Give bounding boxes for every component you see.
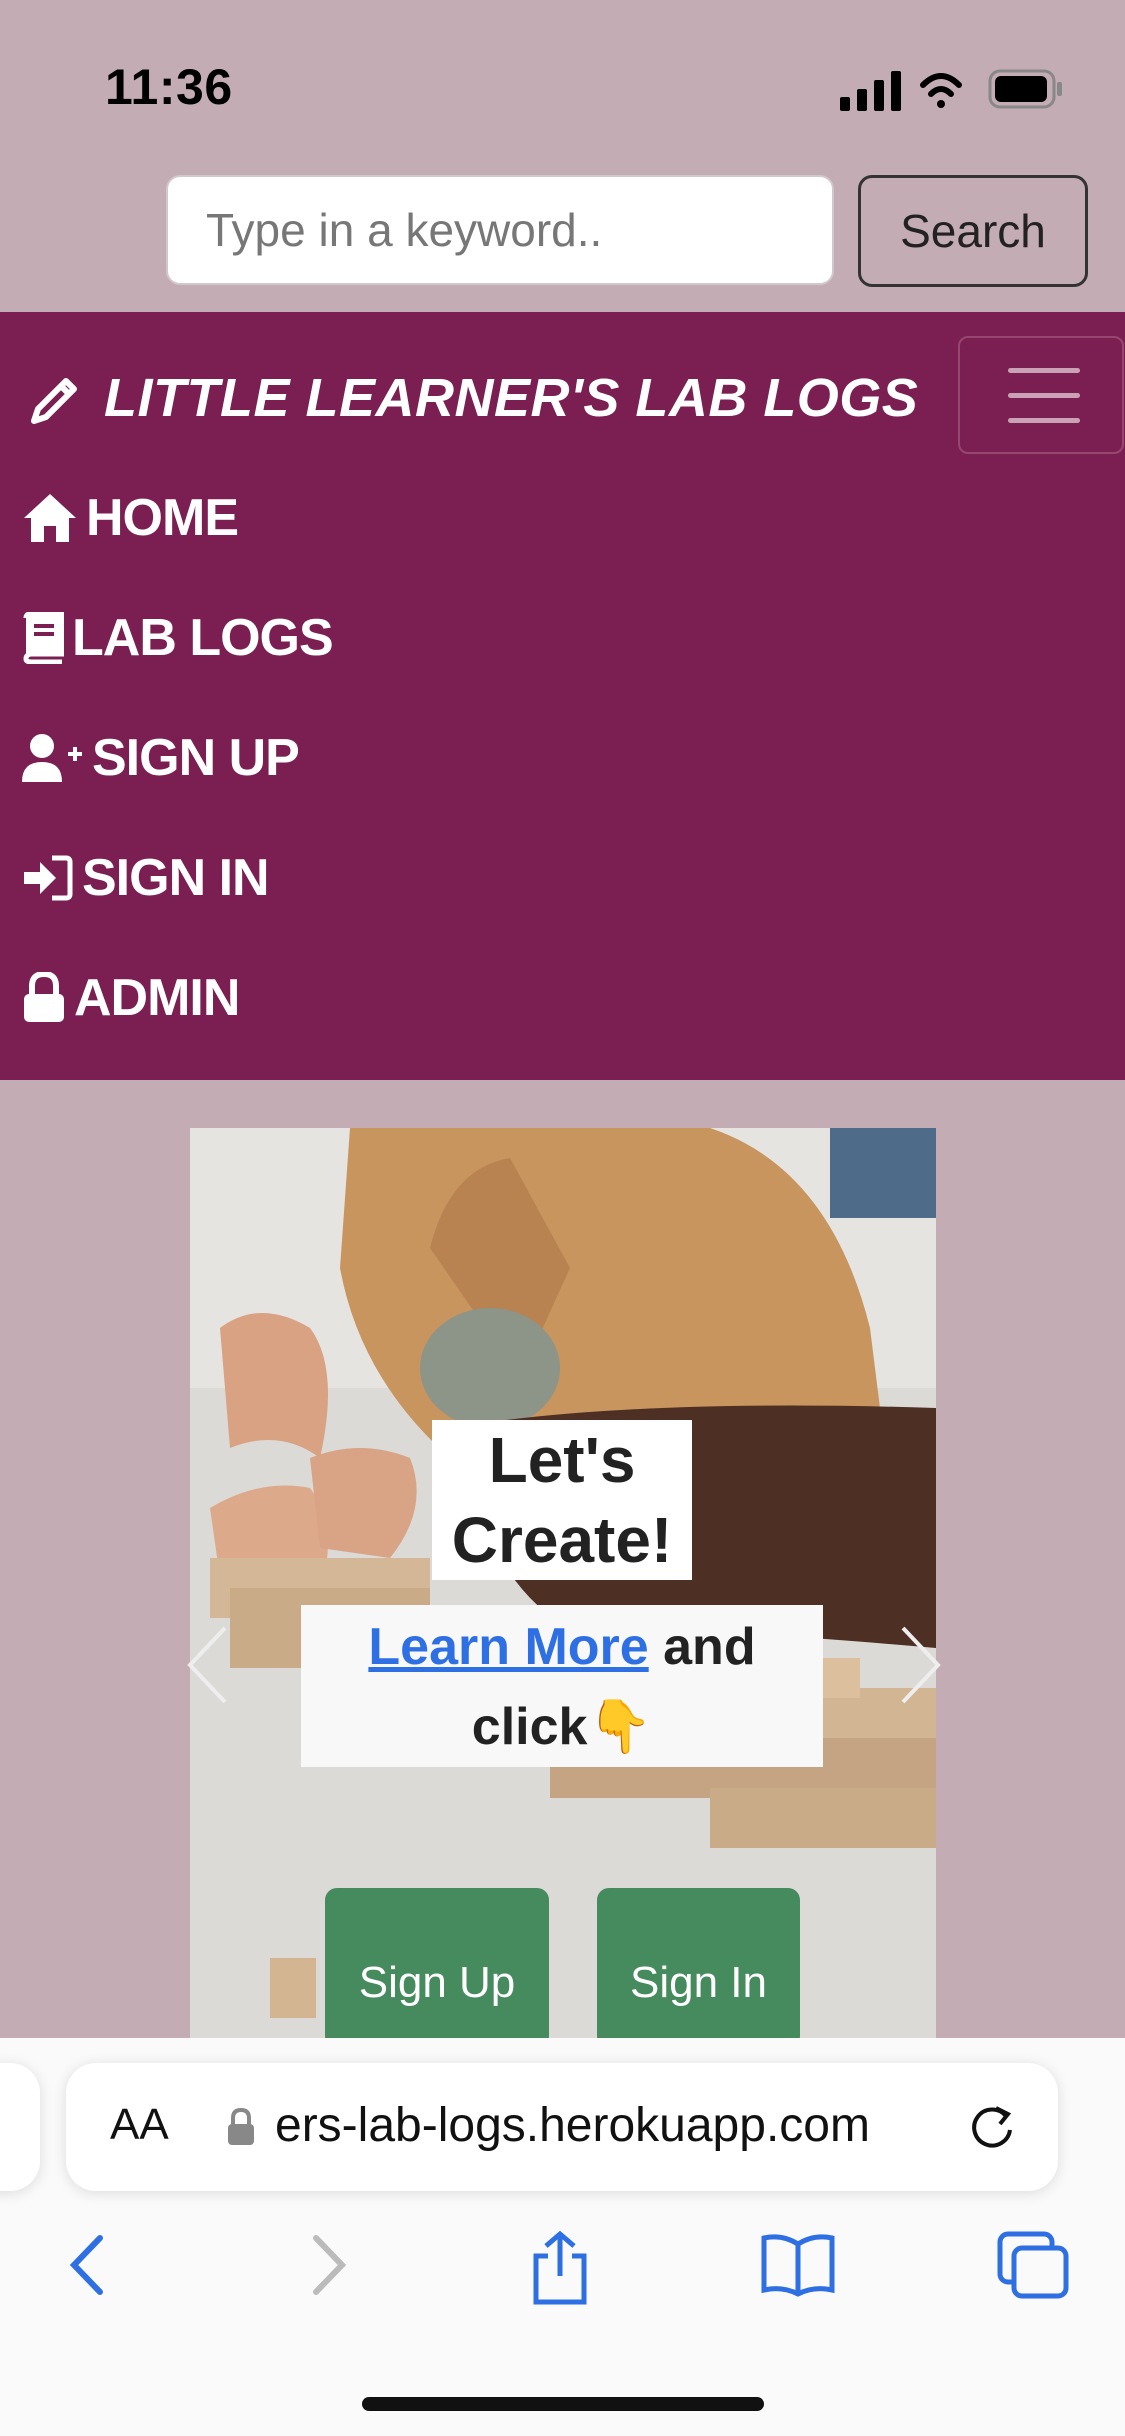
sign-in-button[interactable]: Sign In <box>597 1888 800 2048</box>
status-time: 11:36 <box>105 59 233 115</box>
search-button[interactable]: Search <box>858 175 1088 287</box>
status-icons <box>840 69 1062 111</box>
nav-label-lab-logs: LAB LOGS <box>72 609 334 667</box>
pointing-down-emoji: 👇 <box>587 1698 653 1756</box>
carousel-next-icon[interactable] <box>888 1620 948 1710</box>
nav-label-sign-up: SIGN UP <box>92 729 300 787</box>
hero-subtitle-click: click <box>471 1698 588 1756</box>
navbar-toggle-button[interactable] <box>958 336 1124 454</box>
carousel-image <box>190 1128 936 2038</box>
brand-title: LITTLE LEARNER'S LAB LOGS <box>104 368 919 428</box>
sign-up-button[interactable]: Sign Up <box>325 1888 549 2048</box>
cellular-signal-icon <box>840 71 901 111</box>
pencil-icon <box>31 378 77 424</box>
lock-icon <box>24 972 64 1022</box>
nav-item-admin[interactable]: ADMIN <box>22 966 240 1030</box>
wifi-icon <box>920 73 962 108</box>
learn-more-link[interactable]: Learn More <box>368 1618 648 1676</box>
previous-tab-peek[interactable] <box>0 2063 40 2191</box>
reader-settings-button[interactable]: AA <box>110 2100 169 2150</box>
carousel-prev-icon[interactable] <box>180 1620 240 1710</box>
nav-label-home: HOME <box>86 489 239 547</box>
url-text[interactable]: ers-lab-logs.herokuapp.com <box>275 2098 925 2153</box>
user-plus-icon <box>22 734 82 782</box>
brand-link[interactable]: LITTLE LEARNER'S LAB LOGS <box>28 368 918 428</box>
nav-label-sign-in: SIGN IN <box>82 849 270 907</box>
bookmarks-icon[interactable] <box>760 2230 836 2300</box>
nav-item-sign-up[interactable]: SIGN UP <box>22 726 300 790</box>
share-icon[interactable] <box>528 2230 592 2306</box>
hero-title: Let's Create! <box>432 1420 692 1580</box>
home-indicator <box>362 2397 764 2411</box>
lock-icon-url <box>228 2107 254 2145</box>
battery-icon <box>988 69 1062 109</box>
hero-subtitle-rest: and <box>648 1618 756 1676</box>
book-icon <box>23 612 64 664</box>
home-icon <box>24 494 76 542</box>
nav-label-admin: ADMIN <box>74 969 240 1027</box>
search-input[interactable] <box>166 175 834 285</box>
forward-icon[interactable] <box>300 2230 356 2300</box>
nav-item-sign-in[interactable]: SIGN IN <box>22 846 270 910</box>
tabs-icon[interactable] <box>996 2230 1072 2300</box>
nav-item-home[interactable]: HOME <box>22 486 239 550</box>
hero-subtitle: Learn More and click👇 <box>301 1605 823 1767</box>
nav-item-lab-logs[interactable]: LAB LOGS <box>22 606 334 670</box>
reload-icon[interactable] <box>964 2100 1020 2156</box>
sign-in-icon <box>24 855 73 901</box>
back-icon[interactable] <box>60 2230 116 2300</box>
